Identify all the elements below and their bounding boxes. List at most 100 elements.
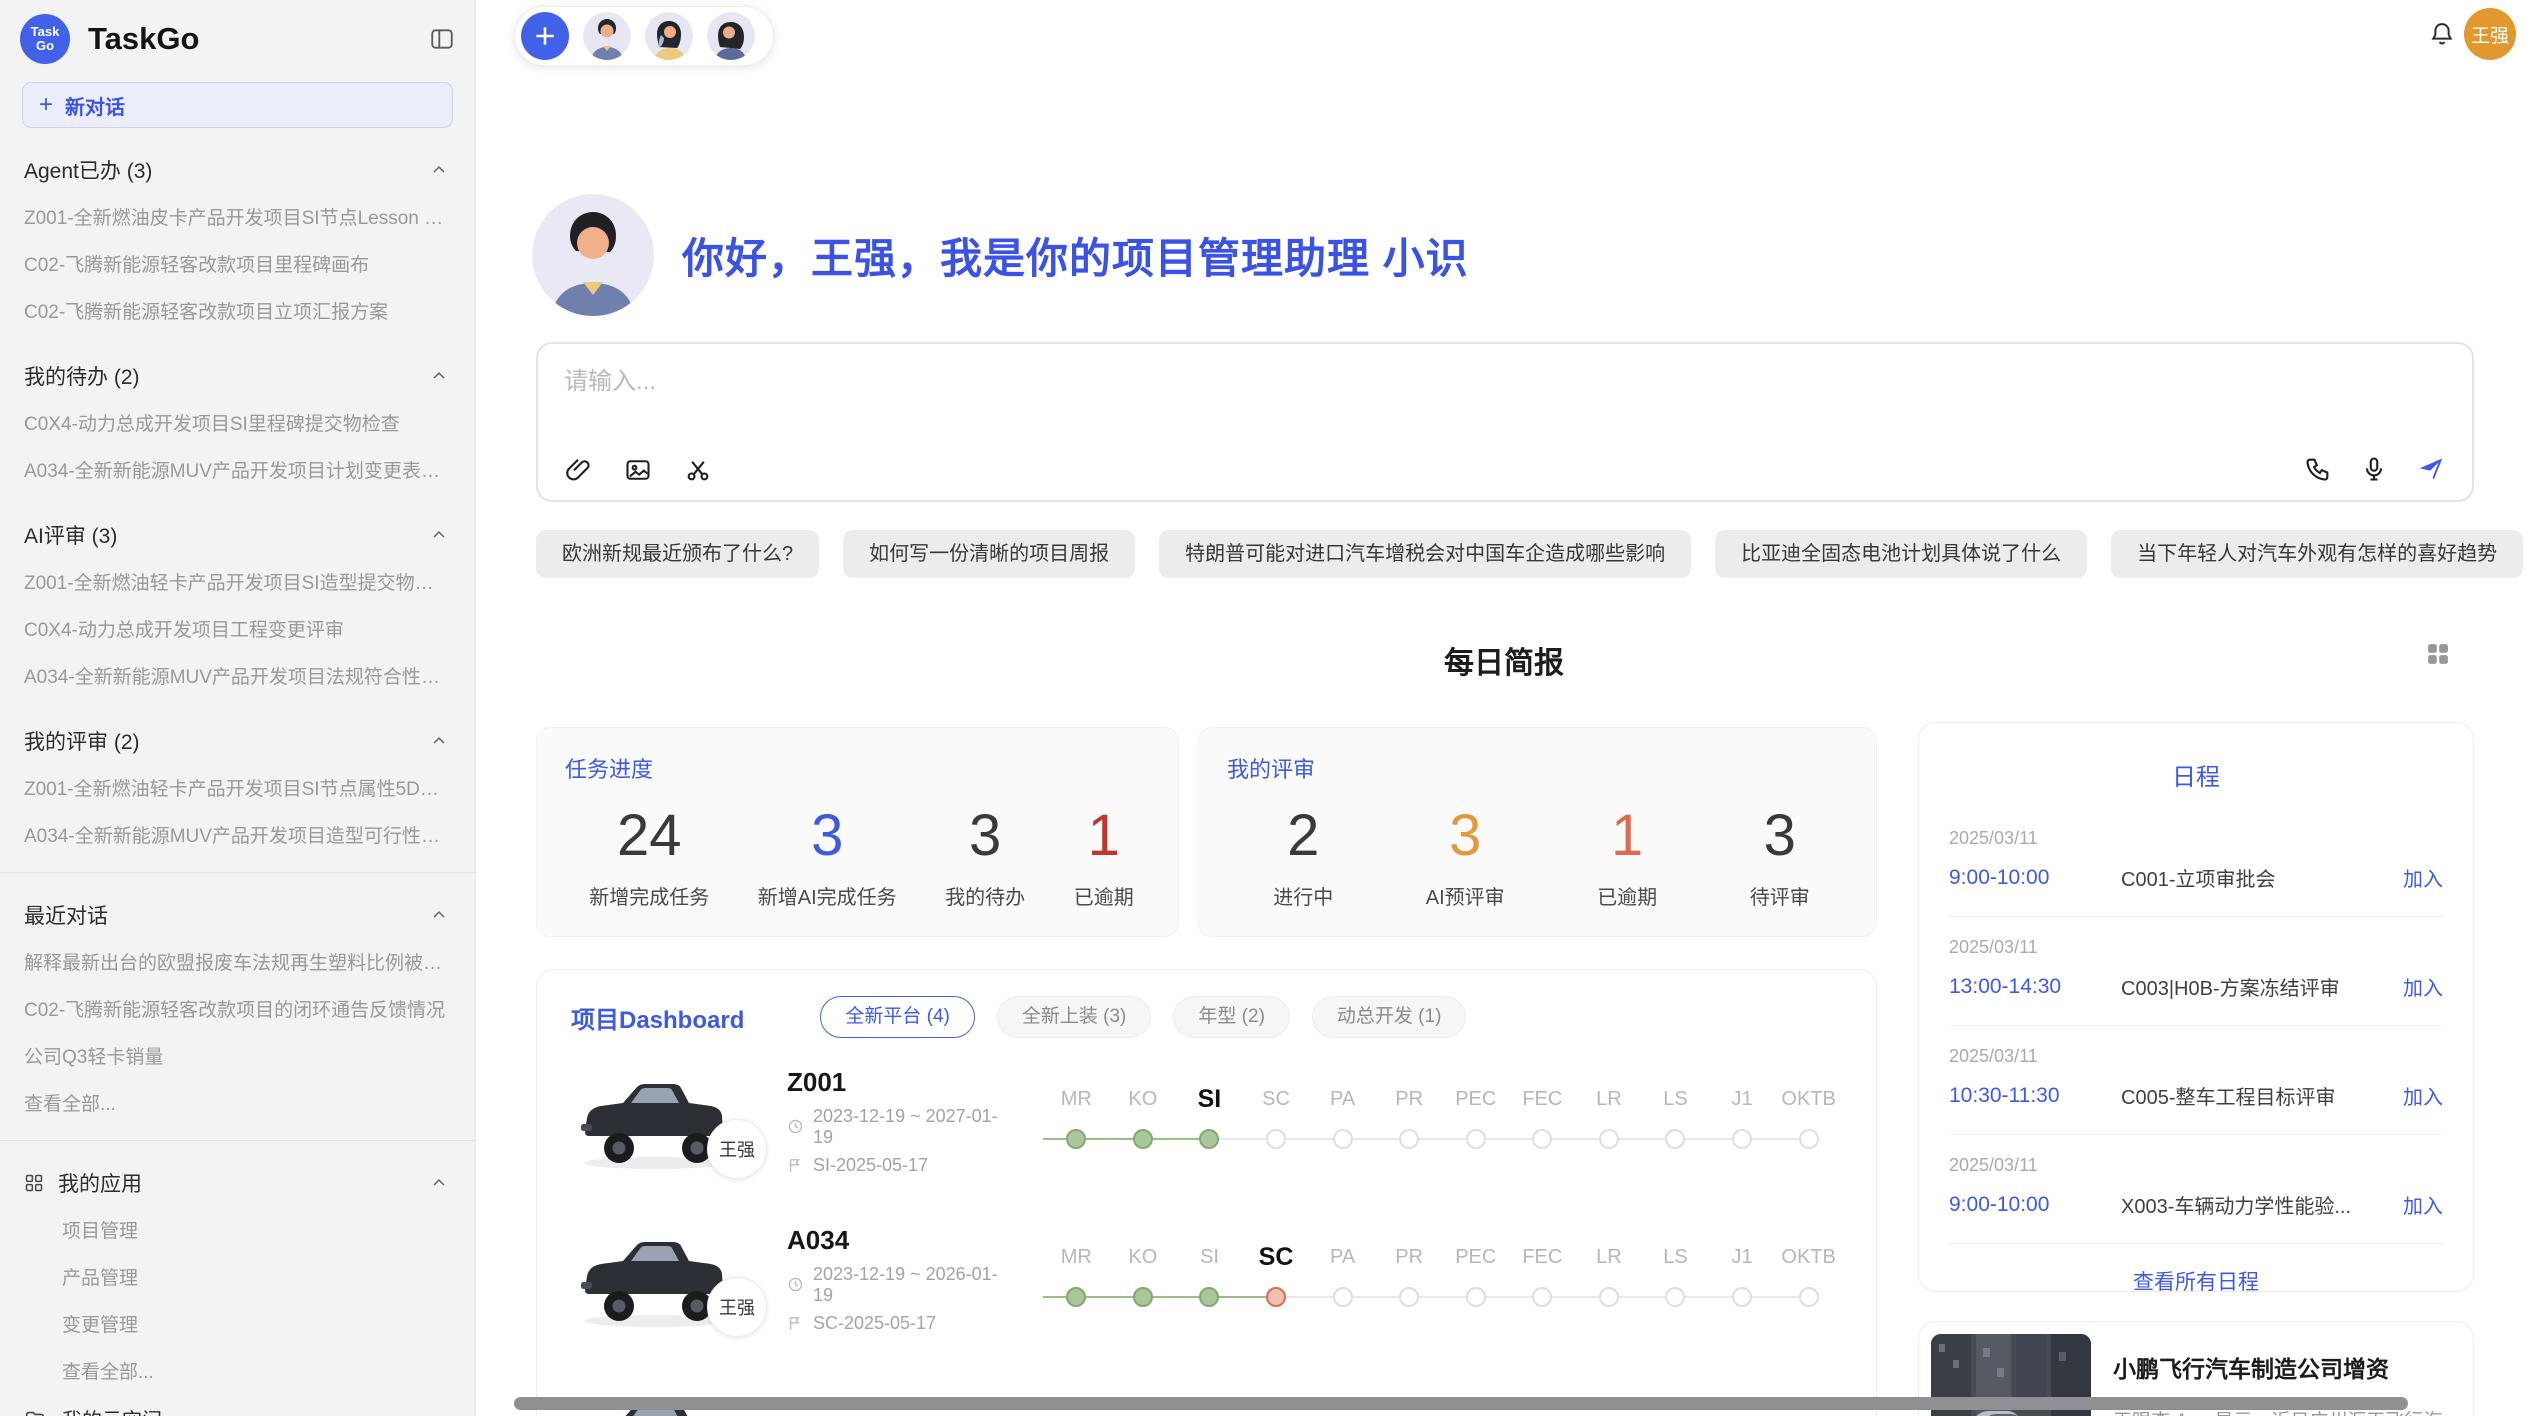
project-milestone-tag: SI-2025-05-17: [787, 1155, 1013, 1176]
add-agent-button[interactable]: [521, 12, 569, 60]
sidebar-item[interactable]: Z001-全新燃油轻卡产品开发项目SI节点属性5D文件评审: [0, 764, 475, 811]
milestone-label: SI: [1176, 1082, 1243, 1118]
section-recent-chats[interactable]: 最近对话: [0, 873, 475, 938]
milestone-ko: KO: [1110, 1082, 1177, 1160]
suggestion-chip[interactable]: 欧洲新规最近颁布了什么?: [536, 530, 819, 578]
new-chat-button[interactable]: + 新对话: [22, 82, 453, 128]
task-progress-card: 任务进度 24新增完成任务 3新增AI完成任务 3我的待办 1已逾期: [536, 727, 1179, 937]
agent-avatar-1[interactable]: [583, 12, 631, 60]
send-icon[interactable]: [2416, 454, 2446, 484]
sidebar-item[interactable]: A034-全新新能源MUV产品开发项目造型可行性评审: [0, 811, 475, 858]
sidebar-item[interactable]: Z001-全新燃油轻卡产品开发项目SI造型提交物评审: [0, 558, 475, 605]
horizontal-scrollbar[interactable]: [514, 1397, 2408, 1410]
chevron-up-icon[interactable]: [429, 525, 449, 545]
filter-tab[interactable]: 全新平台 (4): [820, 996, 975, 1038]
suggestion-chip[interactable]: 特朗普可能对进口汽车增税会对中国车企造成哪些影响: [1159, 530, 1691, 578]
stat-value: 3: [1426, 802, 1505, 869]
section-my-todo[interactable]: 我的待办 (2): [0, 334, 475, 399]
sidebar-item[interactable]: C0X4-动力总成开发项目工程变更评审: [0, 605, 475, 652]
filter-tab[interactable]: 动总开发 (1): [1312, 996, 1467, 1038]
milestone-label: KO: [1110, 1240, 1177, 1276]
milestone-label: PEC: [1442, 1240, 1509, 1276]
attachment-icon[interactable]: [564, 456, 592, 484]
sidebar-item[interactable]: A034-全新新能源MUV产品开发项目法规符合性评审: [0, 652, 475, 699]
milestone-label: KO: [1110, 1082, 1177, 1118]
stat-value: 3: [945, 802, 1025, 869]
sidebar-item-cloud-space[interactable]: 我的云空间: [0, 1394, 475, 1416]
recent-chat-item[interactable]: C02-飞腾新能源轻客改款项目的闭环通告反馈情况: [0, 985, 475, 1032]
composer-right-actions: [2304, 454, 2446, 484]
schedule-list: 2025/03/11 9:00-10:00 C001-立项审批会 加入 2025…: [1949, 808, 2443, 1244]
user-avatar[interactable]: 王强: [2464, 8, 2516, 60]
app-item-change-mgmt[interactable]: 变更管理: [0, 1300, 475, 1347]
suggestion-chip[interactable]: 如何写一份清晰的项目周报: [843, 530, 1135, 578]
sidebar-collapse-icon[interactable]: [429, 26, 455, 52]
chevron-up-icon[interactable]: [429, 905, 449, 925]
message-composer[interactable]: [536, 342, 2474, 502]
notification-bell-icon[interactable]: [2428, 20, 2456, 48]
scissors-icon[interactable]: [684, 456, 712, 484]
section-agent-done[interactable]: Agent已办 (3): [0, 128, 475, 193]
schedule-item: 2025/03/11 10:30-11:30 C005-整车工程目标评审 加入: [1949, 1026, 2443, 1135]
sidebar-item[interactable]: C0X4-动力总成开发项目SI里程碑提交物检查: [0, 399, 475, 446]
agent-avatar-2[interactable]: [645, 12, 693, 60]
phone-icon[interactable]: [2304, 455, 2332, 483]
agent-avatar-3[interactable]: [707, 12, 755, 60]
recent-chats-view-all[interactable]: 查看全部...: [0, 1079, 475, 1126]
chevron-up-icon[interactable]: [429, 1173, 449, 1193]
flag-icon: [787, 1315, 804, 1332]
milestone-label: MR: [1043, 1082, 1110, 1118]
apps-view-all[interactable]: 查看全部...: [0, 1347, 475, 1394]
view-all-schedule-link[interactable]: 查看所有日程: [1949, 1244, 2443, 1296]
milestone-label: PA: [1309, 1082, 1376, 1118]
sidebar-item[interactable]: C02-飞腾新能源轻客改款项目立项汇报方案: [0, 287, 475, 334]
greeting-block: 你好，王强，我是你的项目管理助理 小识: [532, 194, 1469, 316]
chevron-up-icon[interactable]: [429, 731, 449, 751]
join-link[interactable]: 加入: [2403, 1081, 2443, 1110]
daily-brief-title: 每日简报: [476, 638, 2532, 682]
folder-icon: [24, 1408, 46, 1416]
milestone-dot: [1732, 1129, 1752, 1149]
recent-chat-item[interactable]: 解释最新出台的欧盟报废车法规再生塑料比例被调至15%...: [0, 938, 475, 985]
stat-value: 1: [1597, 802, 1657, 869]
chevron-up-icon[interactable]: [429, 160, 449, 180]
join-link[interactable]: 加入: [2403, 1190, 2443, 1219]
image-icon[interactable]: [624, 456, 652, 484]
milestone-label: FEC: [1509, 1082, 1576, 1118]
section-my-apps[interactable]: 我的应用: [0, 1141, 475, 1206]
schedule-title: 日程: [1949, 723, 2443, 792]
filter-tab[interactable]: 全新上装 (3): [997, 996, 1152, 1038]
app-item-project-mgmt[interactable]: 项目管理: [0, 1206, 475, 1253]
microphone-icon[interactable]: [2360, 455, 2388, 483]
suggestion-chip[interactable]: 比亚迪全固态电池计划具体说了什么: [1715, 530, 2087, 578]
milestone-sc: SC: [1243, 1082, 1310, 1160]
suggestion-chip[interactable]: 当下年轻人对汽车外观有怎样的喜好趋势: [2111, 530, 2523, 578]
join-link[interactable]: 加入: [2403, 863, 2443, 892]
milestone-label: J1: [1709, 1240, 1776, 1276]
stat-label: 新增完成任务: [589, 881, 709, 910]
milestone-dot: [1333, 1129, 1353, 1149]
filter-tab[interactable]: 年型 (2): [1173, 996, 1290, 1038]
app-item-product-mgmt[interactable]: 产品管理: [0, 1253, 475, 1300]
project-row[interactable]: 王强 A034 2023-12-19 ~ 2026-01-19 SC-2025-…: [537, 1200, 1876, 1358]
dashboard-filters: 全新平台 (4) 全新上装 (3) 年型 (2) 动总开发 (1): [820, 996, 1466, 1038]
chat-input[interactable]: [564, 368, 1764, 396]
sidebar-item[interactable]: Z001-全新燃油皮卡产品开发项目SI节点Lesson Learn报告: [0, 193, 475, 240]
project-date-range: 2023-12-19 ~ 2026-01-19: [813, 1264, 1013, 1306]
section-title: AI评审 (3): [24, 520, 117, 550]
section-ai-review[interactable]: AI评审 (3): [0, 493, 475, 558]
sidebar-item[interactable]: C02-飞腾新能源轻客改款项目里程碑画布: [0, 240, 475, 287]
chevron-up-icon[interactable]: [429, 366, 449, 386]
section-my-review[interactable]: 我的评审 (2): [0, 699, 475, 764]
project-tag: SI-2025-05-17: [813, 1155, 928, 1176]
layout-grid-icon[interactable]: [2424, 640, 2452, 668]
sidebar-item[interactable]: A034-全新新能源MUV产品开发项目计划变更表编写: [0, 446, 475, 493]
suggestion-chips: 欧洲新规最近颁布了什么? 如何写一份清晰的项目周报 特朗普可能对进口汽车增税会对…: [536, 530, 2476, 578]
join-link[interactable]: 加入: [2403, 972, 2443, 1001]
recent-chat-item[interactable]: 公司Q3轻卡销量: [0, 1032, 475, 1079]
milestone-sc: SC: [1243, 1240, 1310, 1318]
milestone-dot: [1466, 1287, 1486, 1307]
stat-value: 24: [589, 802, 709, 869]
project-row[interactable]: 王强 Z001 2023-12-19 ~ 2027-01-19 SI-2025-…: [537, 1042, 1876, 1200]
milestone-dot: [1532, 1287, 1552, 1307]
